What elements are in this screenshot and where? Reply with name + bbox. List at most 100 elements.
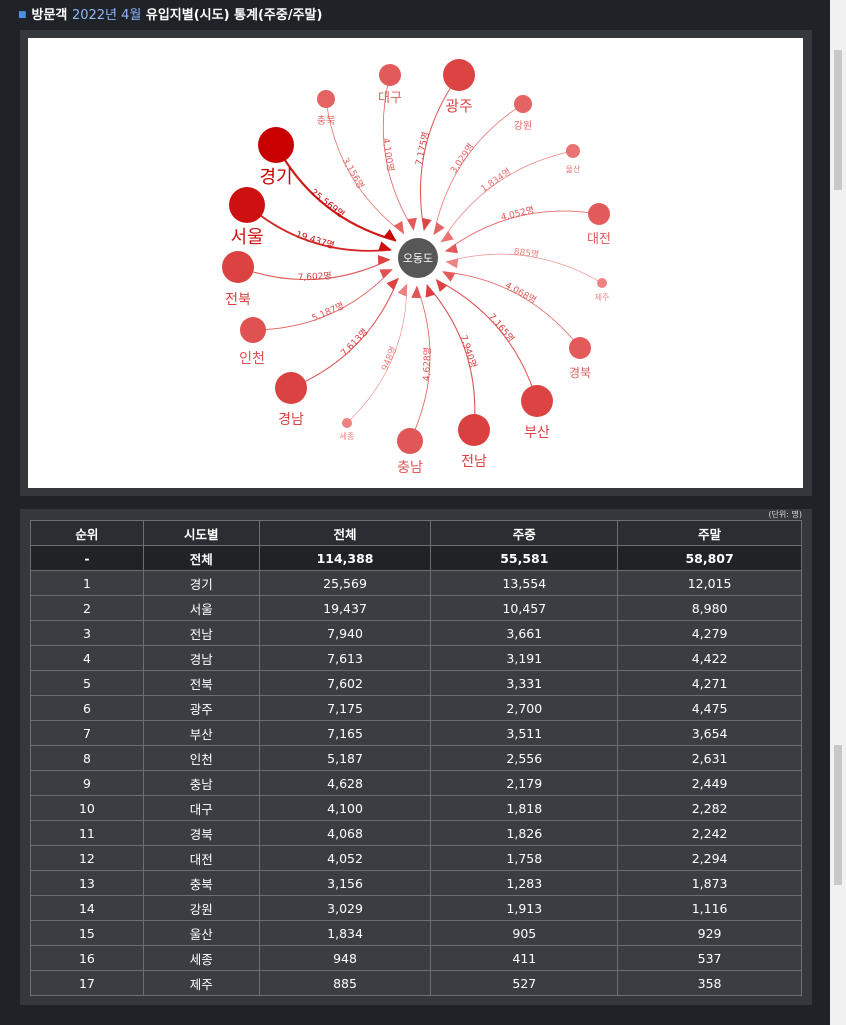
region-node[interactable]	[229, 187, 265, 223]
table-row: 13 충북 3,156 1,283 1,873	[30, 870, 802, 896]
region-node[interactable]	[458, 414, 490, 446]
cell: 15	[30, 920, 144, 946]
flow-arrowhead	[386, 278, 399, 291]
cell: 1	[30, 570, 144, 596]
cell: 7,602	[258, 670, 432, 696]
header-rank: 순위	[30, 520, 144, 546]
region-node[interactable]	[258, 127, 294, 163]
cell: 4,628	[258, 770, 432, 796]
cell: 5,187	[258, 745, 432, 771]
cell: 8	[30, 745, 144, 771]
cell: 부산	[142, 720, 260, 746]
cell: 16	[30, 945, 144, 971]
region-node-label: 서울	[230, 227, 263, 248]
region-node[interactable]	[597, 278, 607, 288]
cell: 충남	[142, 770, 260, 796]
header-weekend: 주말	[617, 520, 802, 546]
cell: 2,282	[617, 795, 802, 821]
region-node[interactable]	[342, 418, 352, 428]
region-node-label: 경북	[569, 366, 591, 380]
flow-arrowhead	[407, 217, 417, 231]
cell: 3,661	[430, 620, 619, 646]
region-node-label: 강원	[514, 120, 532, 132]
flow-value-label: 4,052명	[500, 205, 536, 224]
cell: 8,980	[617, 595, 802, 621]
region-node[interactable]	[397, 428, 423, 454]
region-node[interactable]	[275, 372, 307, 404]
flow-value-label: 7,940명	[458, 334, 479, 370]
cell: 411	[430, 945, 619, 971]
region-node[interactable]	[240, 317, 266, 343]
cell: 서울	[142, 595, 260, 621]
cell: 1,913	[430, 895, 619, 921]
cell: 14	[30, 895, 144, 921]
cell: 2,294	[617, 845, 802, 871]
cell: 17	[30, 970, 144, 996]
region-node[interactable]	[443, 59, 475, 91]
region-node-label: 경기	[259, 167, 292, 188]
cell: 3,511	[430, 720, 619, 746]
flow-arrowhead	[445, 243, 459, 254]
region-node-label: 충남	[397, 460, 423, 476]
flow-value-label: 885명	[513, 246, 540, 260]
cell: 경남	[142, 645, 260, 671]
cell: 4,100	[258, 795, 432, 821]
region-node[interactable]	[566, 144, 580, 158]
flow-value-label: 948명	[379, 345, 399, 373]
cell: 2,631	[617, 745, 802, 771]
cell: 10	[30, 795, 144, 821]
flow-arrowhead	[397, 283, 407, 297]
flow-arrowhead	[442, 271, 456, 282]
cell: 3,654	[617, 720, 802, 746]
table-row: 2 서울 19,437 10,457 8,980	[30, 595, 802, 621]
cell: 경기	[142, 570, 260, 596]
region-node[interactable]	[569, 337, 591, 359]
scrollbar-thumb[interactable]	[834, 50, 842, 190]
region-node[interactable]	[317, 90, 335, 108]
table-panel: (단위: 명) 순위 시도별 전체 주중 주말 - 전체 114,388 55,…	[20, 509, 812, 1005]
cell: -	[30, 545, 144, 571]
cell: 1,873	[617, 870, 802, 896]
cell: 전북	[142, 670, 260, 696]
cell: 13	[30, 870, 144, 896]
chart-panel: 25,569명 19,437명 7,940명 7,613명 7,602명 7,175명 7,…	[20, 30, 812, 496]
region-node[interactable]	[222, 251, 254, 283]
table-row: 6 광주 7,175 2,700 4,475	[30, 695, 802, 721]
region-node[interactable]	[521, 385, 553, 417]
cell: 3	[30, 620, 144, 646]
cell: 1,834	[258, 920, 432, 946]
table-row: 3 전남 7,940 3,661 4,279	[30, 620, 802, 646]
cell: 1,283	[430, 870, 619, 896]
table-row: 15 울산 1,834 905 929	[30, 920, 802, 946]
flow-value-label: 3,029명	[448, 141, 476, 175]
cell: 2,242	[617, 820, 802, 846]
table-row: 14 강원 3,029 1,913 1,116	[30, 895, 802, 921]
cell: 885	[258, 970, 432, 996]
flow-value-label: 4,100명	[380, 137, 396, 172]
scrollbar-thumb-secondary[interactable]	[834, 745, 842, 885]
title-period: 2022년 4월	[71, 8, 142, 23]
flow-value-label: 3,156명	[340, 156, 367, 191]
page-scrollbar[interactable]	[830, 0, 846, 1025]
table-row: 16 세종 948 411 537	[30, 945, 802, 971]
region-node-label: 인천	[239, 351, 265, 367]
region-node[interactable]	[379, 64, 401, 86]
cell: 527	[430, 970, 619, 996]
cell: 대구	[142, 795, 260, 821]
flow-chart-svg: 25,569명 19,437명 7,940명 7,613명 7,602명 7,175명 7,…	[222, 59, 611, 476]
table-row: 12 대전 4,052 1,758 2,294	[30, 845, 802, 871]
cell: 9	[30, 770, 144, 796]
cell: 19,437	[258, 595, 432, 621]
region-node[interactable]	[588, 203, 610, 225]
region-node-label: 전남	[461, 454, 487, 470]
table-row: 11 경북 4,068 1,826 2,242	[30, 820, 802, 846]
flow-value-label: 7,165명	[486, 311, 516, 344]
cell: 25,569	[258, 570, 432, 596]
cell: 제주	[142, 970, 260, 996]
region-node-label: 부산	[524, 425, 550, 441]
cell: 4	[30, 645, 144, 671]
cell: 537	[617, 945, 802, 971]
flow-arrowhead	[435, 279, 448, 292]
region-node[interactable]	[514, 95, 532, 113]
flow-value-label: 7,613명	[339, 327, 371, 359]
